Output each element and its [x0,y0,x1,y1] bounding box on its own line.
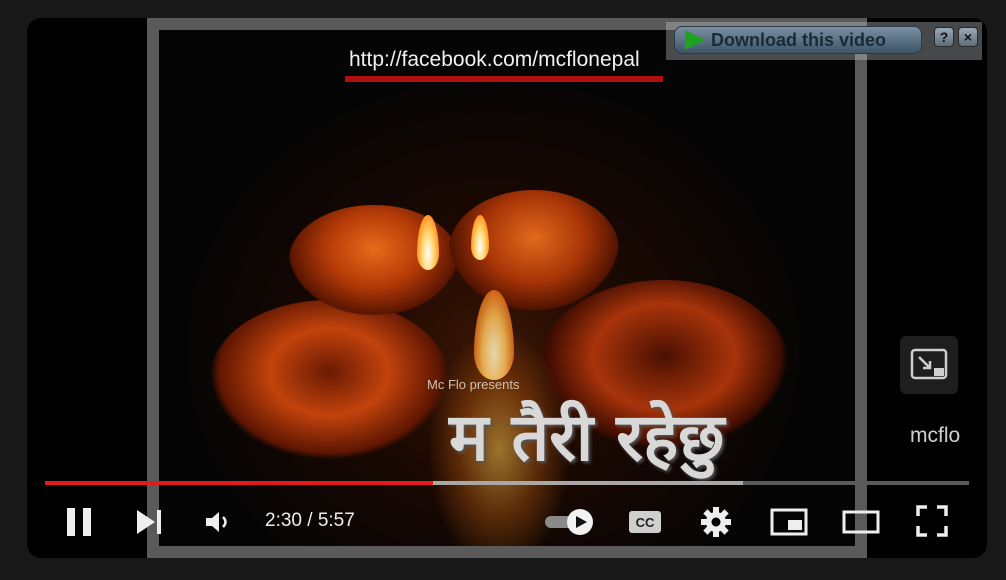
video-frame[interactable]: http://facebook.com/mcflonepal Mc Flo pr… [147,18,867,558]
theater-mode-button[interactable] [841,508,881,536]
duration: 5:57 [317,510,355,531]
picture-in-picture-button[interactable] [900,336,958,394]
captions-button[interactable]: CC [627,508,663,536]
video-content: http://facebook.com/mcflonepal Mc Flo pr… [159,30,855,546]
volume-button[interactable] [203,508,233,536]
autoplay-toggle[interactable] [543,508,595,536]
help-button[interactable]: ? [934,27,954,47]
theater-icon [842,510,880,534]
current-time: 2:30 [265,510,302,531]
settings-icon [701,507,731,537]
captions-icon: CC [629,511,661,533]
miniplayer-icon [770,508,808,536]
time-separator: / [307,510,313,531]
diya-lamp [209,300,449,460]
miniplayer-button[interactable] [769,506,809,538]
download-label: Download this video [711,29,887,50]
next-button[interactable] [133,506,165,538]
svg-text:CC: CC [636,515,655,530]
time-display: 2:30 / 5:57 [265,510,355,532]
overlay-url: http://facebook.com/mcflonepal [349,48,640,71]
pause-button[interactable] [63,504,95,540]
fullscreen-button[interactable] [915,504,949,538]
url-underline [345,76,663,82]
autoplay-toggle-icon [545,509,593,535]
pip-icon [910,348,948,380]
fullscreen-icon [916,505,948,537]
play-arrow-icon [685,30,705,50]
pause-icon [67,508,91,536]
video-player[interactable]: http://facebook.com/mcflonepal Mc Flo pr… [27,18,987,558]
next-icon [137,510,161,534]
settings-button[interactable] [699,506,733,538]
channel-watermark[interactable]: mcflo [910,424,960,448]
volume-icon [206,512,227,532]
download-video-button[interactable]: Download this video [674,26,922,54]
progress-bar[interactable] [45,481,969,485]
video-title-text: म तैरी रहेछु [449,399,725,476]
progress-played [45,481,434,485]
download-toolbar: Download this video ? × [666,22,982,60]
close-button[interactable]: × [958,27,978,47]
